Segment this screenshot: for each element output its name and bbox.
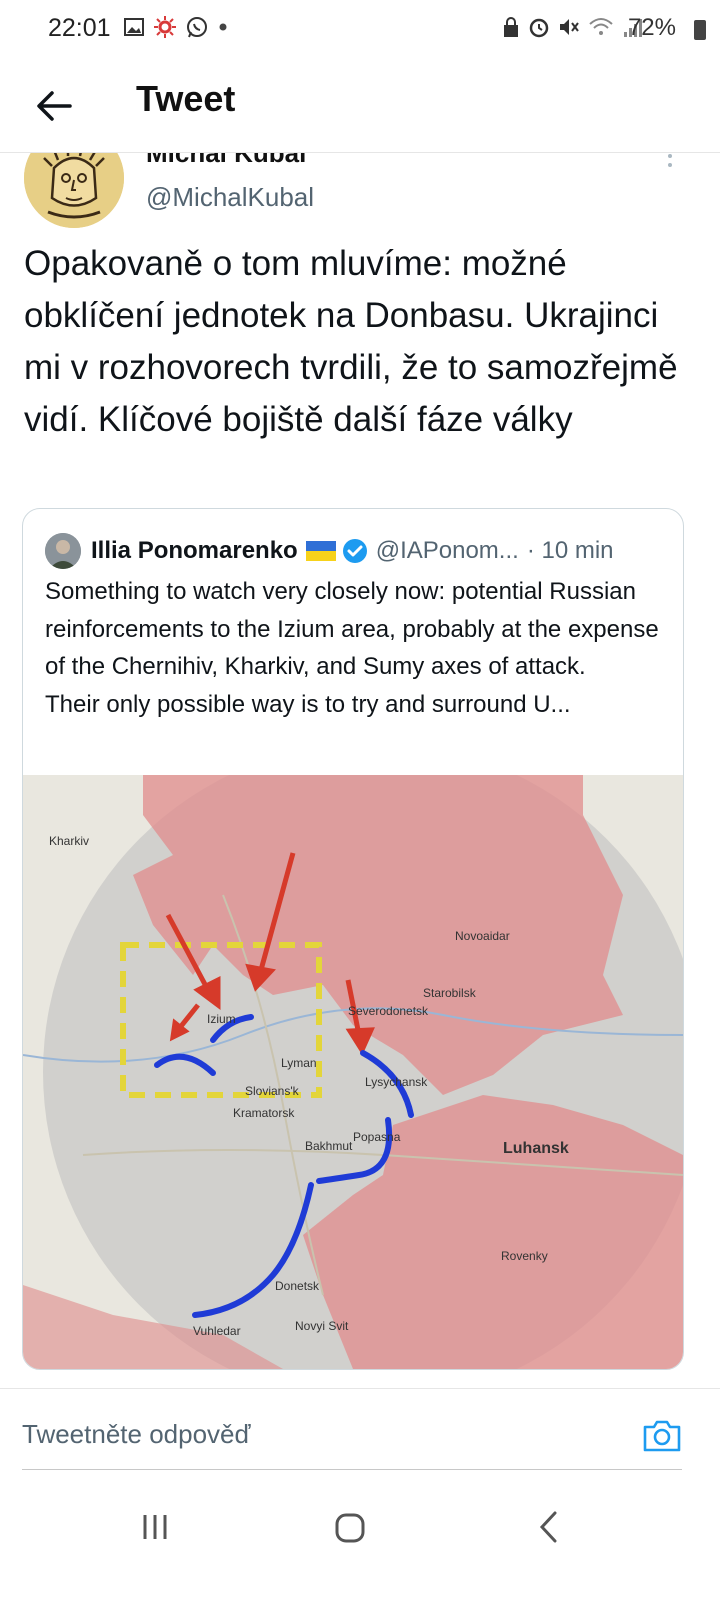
home-icon[interactable] [334, 1512, 366, 1544]
image-icon [124, 18, 144, 36]
wifi-icon [589, 18, 613, 35]
map-label-bakhmut: Bakhmut [305, 1139, 353, 1153]
verified-badge-icon [342, 539, 367, 563]
tweet-text: Opakovaně o tom mluvíme: možné obklíčení… [24, 244, 678, 439]
status-time: 22:01 [48, 14, 111, 42]
map-label-novyi-svit: Novyi Svit [295, 1319, 349, 1333]
dot-icon [219, 23, 227, 31]
quoted-tweet-card[interactable]: Illia Ponomarenko @IAPonom... · 10 min S… [22, 508, 684, 1370]
android-navigation-bar [0, 1482, 720, 1600]
author-avatar[interactable] [24, 152, 124, 228]
map-label-popasna: Popasna [353, 1130, 401, 1144]
map-label-luhansk: Luhansk [503, 1140, 569, 1157]
map-label-vuhledar: Vuhledar [193, 1324, 241, 1338]
map-label-sloviansk: Slovians'k [245, 1084, 300, 1098]
reply-input[interactable]: Tweetněte odpověď [22, 1419, 250, 1450]
camera-icon[interactable] [642, 1417, 682, 1453]
status-left-icons [124, 16, 228, 38]
map-label-starobilsk: Starobilsk [423, 986, 477, 1000]
ukraine-flag-icon [305, 541, 336, 561]
system-back-icon[interactable] [538, 1510, 558, 1544]
settings-burst-icon [154, 16, 176, 38]
quoted-author-handle[interactable]: @IAPonom... [376, 537, 519, 565]
battery-icon [694, 20, 706, 40]
alarm-icon [529, 18, 549, 38]
quoted-tweet-time: · 10 min [526, 537, 614, 564]
battery-percentage: 72% [627, 14, 676, 41]
status-right-icons [502, 16, 644, 38]
reply-bar: Tweetněte odpověď [0, 1388, 720, 1483]
page-title: Tweet [136, 78, 236, 119]
map-label-novoaidar: Novoaidar [455, 929, 510, 943]
recent-apps-icon[interactable] [140, 1512, 170, 1542]
map-label-kramatorsk: Kramatorsk [233, 1106, 295, 1120]
more-options-icon[interactable] [664, 152, 676, 182]
mute-icon [560, 19, 579, 35]
lock-icon [504, 17, 518, 37]
map-label-lyman: Lyman [281, 1056, 317, 1070]
map-label-lysychansk: Lysychansk [365, 1075, 428, 1089]
map-label-izium: Izium [207, 1012, 236, 1026]
map-image[interactable]: Kharkiv Izium Lyman Slovians'k Kramators… [23, 775, 683, 1369]
quoted-tweet-header: Illia Ponomarenko @IAPonom... · 10 min [45, 531, 614, 571]
back-arrow-icon[interactable] [34, 86, 74, 126]
quoted-tweet-text: Something to watch very closely now: pot… [45, 578, 659, 718]
whatsapp-icon [187, 17, 207, 38]
map-label-rovenky: Rovenky [501, 1249, 548, 1263]
reply-underline [22, 1469, 682, 1470]
author-name[interactable]: Michal Kubal [146, 152, 306, 169]
author-handle[interactable]: @MichalKubal [146, 182, 314, 213]
map-label-donetsk: Donetsk [275, 1279, 320, 1293]
status-bar: 22:01 72% [0, 0, 720, 60]
map-label-kharkiv: Kharkiv [49, 834, 89, 848]
tweet-author-row: Michal Kubal @MichalKubal [0, 152, 720, 232]
map-label-severodonetsk: Severodonetsk [348, 1004, 429, 1018]
quoted-author-name[interactable]: Illia Ponomarenko [91, 537, 298, 565]
top-app-bar: Tweet [0, 60, 720, 153]
quoted-author-avatar[interactable] [45, 533, 81, 569]
